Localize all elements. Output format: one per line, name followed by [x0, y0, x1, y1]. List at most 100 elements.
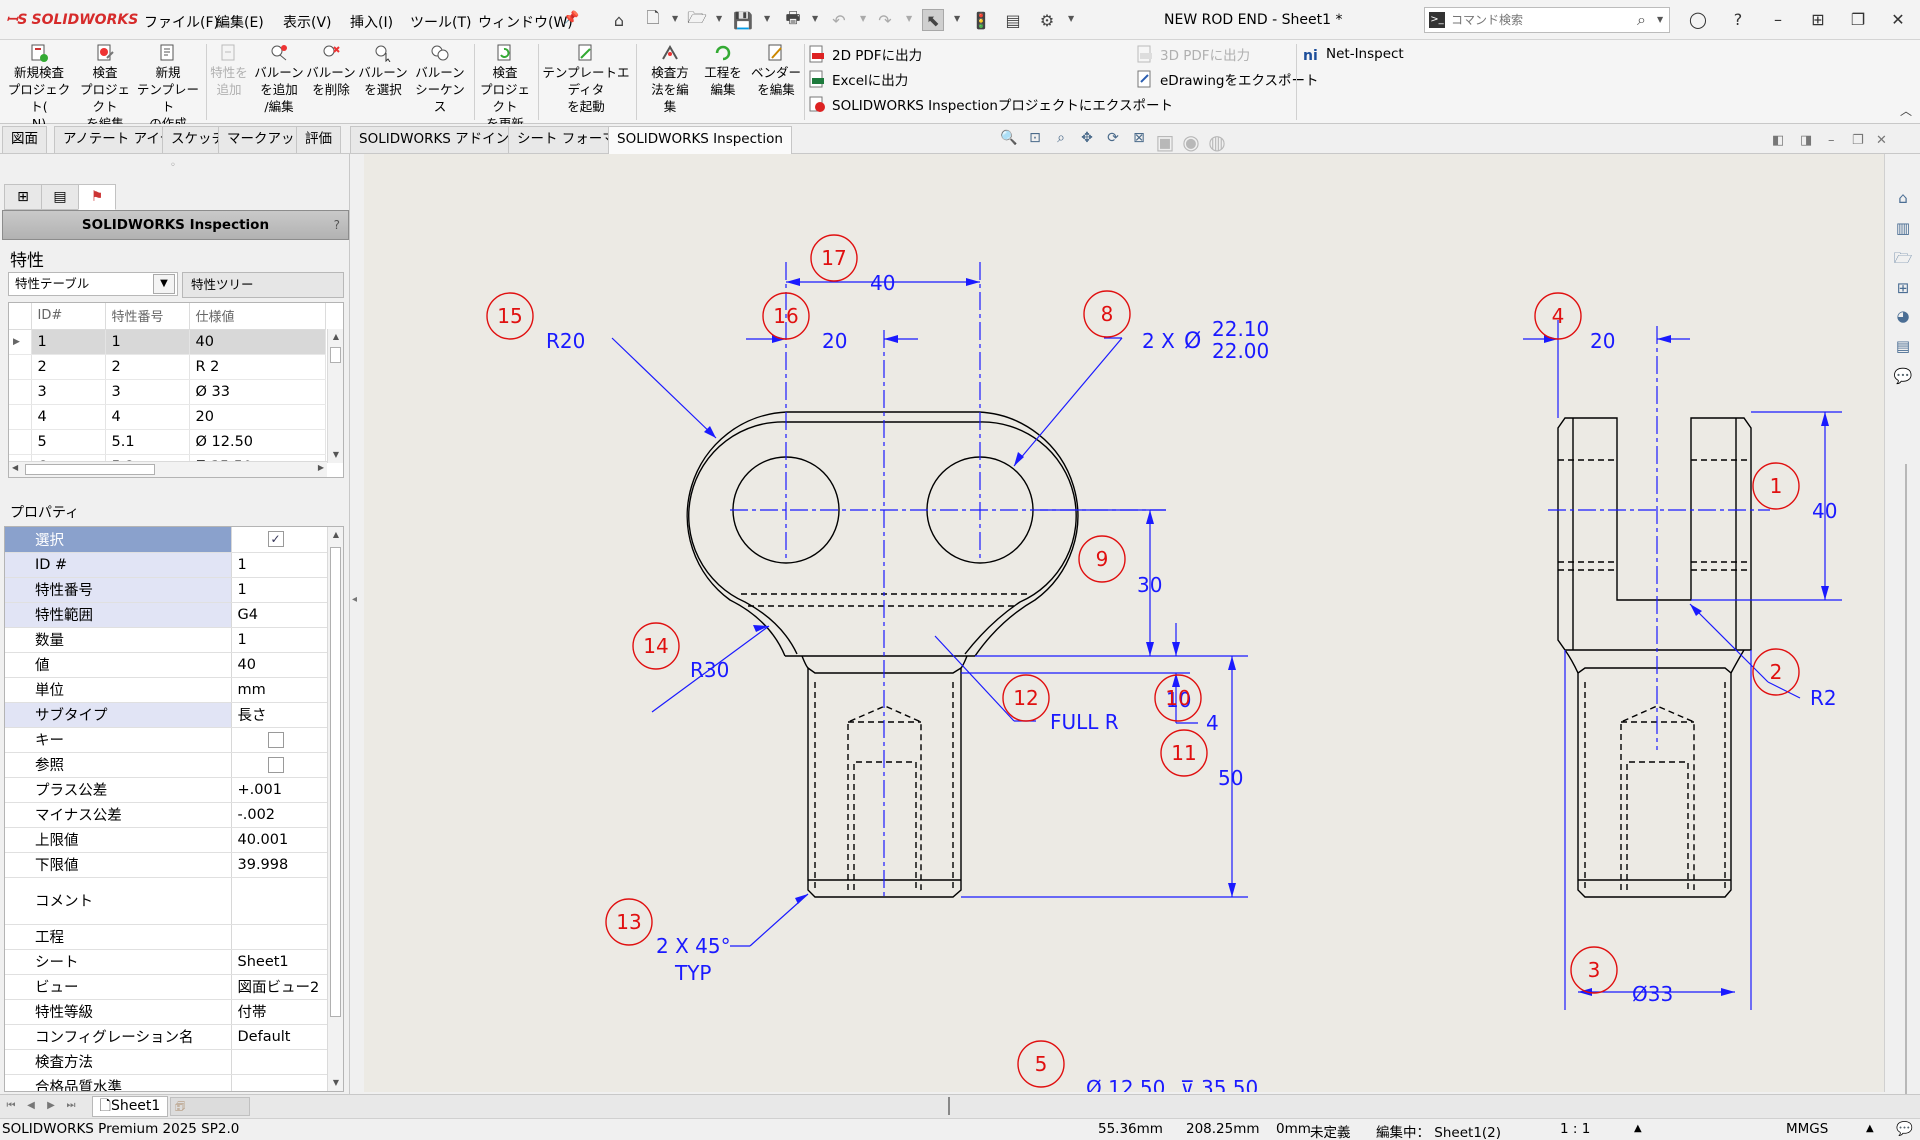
column-header-number[interactable]: 特性番号 [105, 303, 190, 330]
property-row[interactable]: キー [5, 727, 327, 753]
rebuild-traffic-light-icon[interactable]: 🚦 [970, 9, 992, 31]
menu-file[interactable]: ファイル(F) [144, 12, 219, 32]
dim-30[interactable]: 30 [1137, 573, 1162, 597]
command-search-box[interactable]: >_ ⌕ ▼ [1424, 7, 1670, 33]
open-folder-icon[interactable]: 🗁 [686, 8, 708, 31]
status-scale[interactable]: 1 : 1 [1560, 1121, 1590, 1137]
property-value[interactable]: 長さ [231, 702, 327, 728]
tab-solidworks-addins[interactable]: SOLIDWORKS アドイン [350, 126, 519, 153]
appearance-icon[interactable]: ◍ [1206, 130, 1228, 154]
close-icon[interactable]: ✕ [1886, 8, 1910, 32]
new-inspection-project-button[interactable]: 新規検査プロジェクト(N) [4, 44, 74, 132]
property-value[interactable]: 1 [231, 627, 327, 653]
inspection-balloon[interactable]: 5 [1017, 1040, 1065, 1088]
next-sheet-icon[interactable]: ▶ [44, 1098, 58, 1114]
inspection-balloon[interactable]: 8 [1083, 290, 1131, 338]
dim-hole-lower[interactable]: 22.00 [1212, 339, 1269, 363]
pan-icon[interactable]: ✥ [1076, 130, 1098, 150]
dim-r30[interactable]: R30 [690, 658, 729, 682]
checkbox-icon[interactable] [267, 756, 284, 773]
search-dropdown-icon[interactable]: ▼ [1657, 15, 1663, 24]
scroll-up-icon[interactable]: ▲ [328, 527, 343, 543]
dim-typ[interactable]: TYP [674, 961, 712, 985]
chevron-down-icon[interactable]: ▼ [153, 274, 175, 294]
property-row[interactable]: サブタイプ 長さ [5, 702, 327, 728]
dim-r2[interactable]: R2 [1810, 686, 1837, 710]
inspection-balloon[interactable]: 1 [1752, 462, 1800, 510]
status-units[interactable]: MMGS [1786, 1121, 1828, 1137]
inspection-balloon[interactable]: 3 [1570, 946, 1618, 994]
table-row[interactable]: 4 4 20 [9, 404, 326, 430]
property-row[interactable]: ビュー 図面ビュー2 [5, 974, 327, 1000]
menu-tools[interactable]: ツール(T) [410, 12, 471, 32]
undo-icon[interactable]: ↶ [828, 9, 850, 31]
column-header-spec[interactable]: 仕様値 [189, 303, 326, 330]
property-row[interactable]: マイナス公差 -.002 [5, 802, 327, 828]
doc-minimize-icon[interactable]: – [1828, 133, 1835, 148]
scale-up-icon[interactable]: ▲ [1634, 1123, 1642, 1134]
tab-solidworks-inspection[interactable]: SOLIDWORKS Inspection [608, 126, 792, 154]
panel-splitter[interactable]: ◂ [350, 154, 364, 1094]
scroll-left-icon[interactable]: ◀ [12, 463, 18, 472]
doc-close-icon[interactable]: ✕ [1876, 133, 1887, 148]
balloon-sequence-button[interactable]: バルーン シーケンス [410, 44, 470, 115]
property-checkbox[interactable] [231, 727, 327, 753]
dim-hole-qty[interactable]: 2 X [1142, 329, 1175, 353]
dim-20-right[interactable]: 20 [1590, 329, 1615, 353]
property-row[interactable]: 工程 [5, 924, 327, 950]
open-dropdown-icon[interactable]: ▼ [716, 14, 722, 23]
dim-40-top[interactable]: 40 [870, 271, 895, 295]
property-row[interactable]: 単位 mm [5, 677, 327, 703]
scrollbar-thumb[interactable] [330, 347, 341, 363]
dim-4[interactable]: 4 [1206, 711, 1219, 735]
forum-icon[interactable]: 💬 [1891, 364, 1915, 388]
edit-inspection-project-button[interactable]: 検査プロジェクトを編集 [76, 44, 134, 132]
property-row[interactable]: 特性範囲 G4 [5, 602, 327, 628]
property-row[interactable]: 特性等級 付帯 [5, 999, 327, 1025]
template-editor-button[interactable]: テンプレートエディタ を起動 [540, 44, 632, 115]
property-row[interactable]: 数量 1 [5, 627, 327, 653]
tooltip-icon[interactable]: 💬 [1896, 1121, 1913, 1137]
view-palette-icon[interactable]: ⊞ [1891, 276, 1915, 300]
export-excel-button[interactable]: Excelに出力 [808, 68, 908, 90]
new-document-icon[interactable]: 🗋 [642, 8, 664, 31]
property-row[interactable]: 上限値 40.001 [5, 827, 327, 853]
pin-icon[interactable]: 📌 [563, 11, 579, 26]
drawing-horizontal-scrollbar[interactable] [948, 1097, 1878, 1115]
command-search-input[interactable] [1451, 11, 1611, 29]
table-row[interactable]: ▶ 1 1 40 [9, 329, 326, 355]
collapse-ribbon-icon[interactable]: ︿ [1900, 102, 1912, 119]
inspection-balloon[interactable]: 14 [632, 622, 680, 670]
feature-table-horizontal-scrollbar[interactable]: ◀ ▶ [9, 461, 327, 477]
scrollbar-thumb[interactable] [330, 547, 341, 1017]
inspection-balloon[interactable]: 11 [1160, 729, 1208, 777]
sheet-tab[interactable]: 🗋Sheet1 [92, 1096, 168, 1117]
property-row[interactable]: 参照 [5, 752, 327, 778]
property-row[interactable]: 検査方法 [5, 1049, 327, 1075]
tile-icon[interactable]: ⊞ [1806, 8, 1830, 32]
first-sheet-icon[interactable]: ⏮ [4, 1098, 18, 1114]
table-row[interactable]: 33Ø 33 [9, 379, 326, 405]
property-row[interactable]: 特性番号 1 [5, 577, 327, 603]
restore-icon[interactable]: ❐ [1846, 8, 1870, 32]
task-pane-scrollbar[interactable] [1905, 464, 1907, 1104]
save-dropdown-icon[interactable]: ▼ [764, 14, 770, 23]
property-value[interactable]: 39.998 [231, 852, 327, 878]
property-value[interactable] [231, 1074, 327, 1091]
feature-table-select[interactable]: 特性テーブル ▼ [8, 272, 178, 296]
redo-icon[interactable]: ↷ [874, 9, 896, 31]
export-3d-pdf-button[interactable]: 3D PDFに出力 [1136, 43, 1250, 65]
collapse-panel-icon[interactable]: ◂ [352, 594, 357, 605]
property-value[interactable]: mm [231, 677, 327, 703]
dim-hole-symbol[interactable]: Ø [1184, 329, 1201, 354]
zoom-to-fit-icon[interactable]: 🔍 [998, 130, 1020, 150]
menu-insert[interactable]: 挿入(I) [350, 12, 393, 32]
previous-sheet-icon[interactable]: ◀ [24, 1098, 38, 1114]
doc-window-tile-icon[interactable]: ◧ [1772, 133, 1784, 148]
property-row[interactable]: 値 40 [5, 652, 327, 678]
property-value[interactable]: 図面ビュー2 [231, 974, 327, 1000]
display-style-icon[interactable]: ▣ [1154, 130, 1176, 154]
drawing-canvas[interactable]: 40 20 20 R20 2 X Ø 22.10 22.00 30 10 4 R… [364, 154, 1884, 1092]
select-pointer-icon[interactable]: ⬉ [922, 9, 944, 31]
scroll-down-icon[interactable]: ▼ [328, 1075, 343, 1091]
